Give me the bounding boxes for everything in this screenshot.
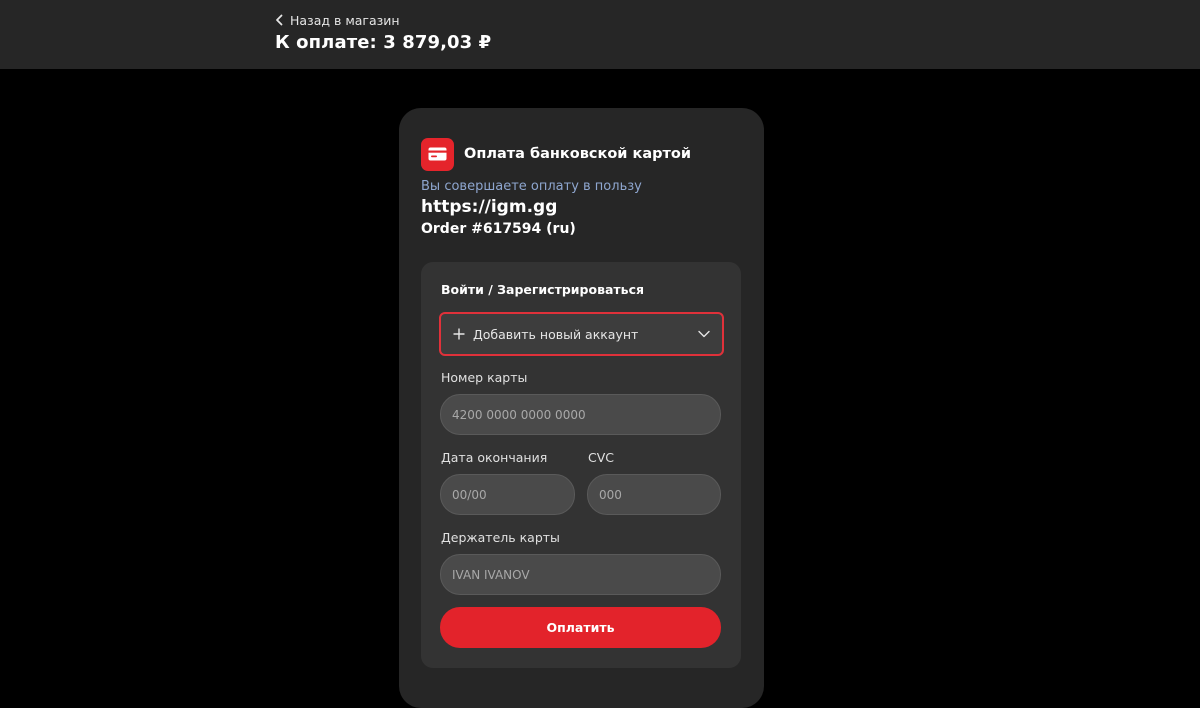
- account-select[interactable]: Добавить новый аккаунт: [439, 312, 724, 356]
- pay-button[interactable]: Оплатить: [440, 607, 721, 648]
- payment-method-header: Оплата банковской картой: [421, 137, 692, 171]
- login-register-label: Войти / Зарегистрироваться: [441, 282, 645, 297]
- payment-form: Войти / Зарегистрироваться Добавить новы…: [421, 262, 741, 668]
- plus-icon: [453, 328, 465, 340]
- payment-card: Оплата банковской картой Вы совершаете о…: [399, 108, 764, 708]
- order-number: Order #617594 (ru): [421, 221, 576, 237]
- account-select-value: Добавить новый аккаунт: [473, 326, 639, 342]
- back-link-label: Назад в магазин: [290, 12, 400, 28]
- top-bar: Назад в магазин К оплате: 3 879,03 ₽: [0, 0, 1200, 69]
- expiry-label: Дата окончания: [441, 450, 548, 465]
- credit-card-icon: [421, 137, 454, 171]
- expiry-input[interactable]: [440, 474, 575, 515]
- cvc-input[interactable]: [587, 474, 721, 515]
- card-holder-input[interactable]: [440, 554, 721, 595]
- amount-due-title: К оплате: 3 879,03 ₽: [275, 32, 492, 53]
- card-holder-label: Держатель карты: [441, 530, 560, 545]
- chevron-down-icon: [698, 330, 710, 338]
- payee-note: Вы совершаете оплату в пользу: [421, 179, 642, 194]
- card-number-input[interactable]: [440, 394, 721, 435]
- back-to-shop-link[interactable]: Назад в магазин: [275, 11, 400, 29]
- payment-method-title: Оплата банковской картой: [464, 146, 692, 162]
- payee-url: https://igm.gg: [421, 197, 558, 217]
- cvc-label: CVC: [588, 450, 615, 465]
- card-number-label: Номер карты: [441, 370, 528, 385]
- chevron-left-icon: [275, 14, 284, 26]
